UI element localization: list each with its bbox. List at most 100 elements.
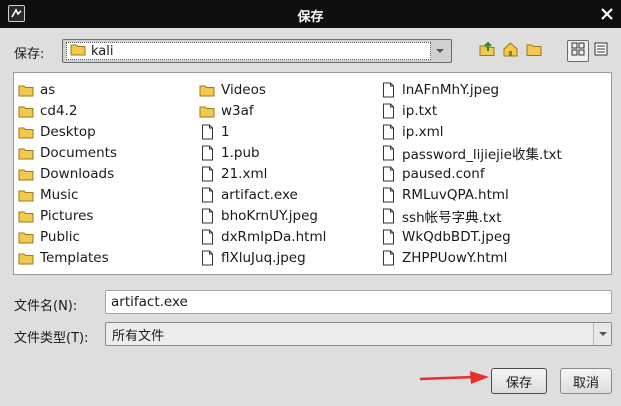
chevron-down-icon[interactable] (593, 323, 611, 345)
chevron-down-icon[interactable] (431, 40, 449, 62)
folder-icon (18, 229, 34, 245)
file-item[interactable]: RMLuvQPA.html (380, 184, 509, 205)
file-item[interactable]: WkQdbBDT.jpeg (380, 226, 511, 247)
file-icon (199, 208, 215, 224)
file-item[interactable]: w3af (199, 100, 254, 121)
file-item[interactable]: ZHPPUowY.html (380, 247, 507, 268)
file-name: Downloads (40, 165, 115, 182)
file-item[interactable]: lnAFnMhY.jpeg (380, 79, 499, 100)
file-item[interactable]: Desktop (18, 121, 96, 142)
file-name: flXluJuq.jpeg (221, 249, 306, 266)
folder-icon (18, 145, 34, 161)
details-view-button[interactable] (590, 40, 612, 62)
folder-icon (199, 82, 215, 98)
file-item[interactable]: ip.txt (380, 100, 437, 121)
file-item[interactable]: Music (18, 184, 78, 205)
file-name: WkQdbBDT.jpeg (402, 228, 511, 245)
file-item[interactable]: dxRmIpDa.html (199, 226, 326, 247)
file-name: Videos (221, 81, 266, 98)
lookin-value: kali (91, 43, 114, 59)
filename-label: 文件名(N): (14, 299, 78, 314)
file-name: Documents (40, 144, 117, 161)
file-item[interactable]: Public (18, 226, 80, 247)
file-item[interactable]: ssh帐号字典.txt (380, 205, 502, 226)
file-name: w3af (221, 102, 254, 119)
annotation-arrow-icon (419, 371, 489, 384)
folder-icon (18, 103, 34, 119)
folder-icon (199, 103, 215, 119)
filename-input[interactable]: artifact.exe (105, 290, 612, 314)
file-item[interactable]: Videos (199, 79, 266, 100)
file-item[interactable]: Documents (18, 142, 117, 163)
folder-icon (18, 124, 34, 140)
file-item[interactable]: Downloads (18, 163, 114, 184)
filetype-value: 所有文件 (112, 328, 165, 344)
new-folder-button[interactable] (523, 40, 545, 62)
file-name: 21.xml (221, 165, 268, 182)
file-icon (380, 145, 396, 161)
file-item[interactable]: password_lijiejie收集.txt (380, 142, 562, 163)
file-icon (380, 229, 396, 245)
file-icon (380, 250, 396, 266)
file-name: ssh帐号字典.txt (402, 209, 502, 226)
file-item[interactable]: cd4.2 (18, 100, 77, 121)
file-icon (380, 103, 396, 119)
file-icon (199, 145, 215, 161)
folder-icon (70, 42, 86, 60)
file-name: Templates (40, 249, 109, 266)
file-icon (380, 187, 396, 203)
file-item[interactable]: ip.xml (380, 121, 444, 142)
close-icon[interactable] (598, 5, 616, 23)
file-item[interactable]: 1 (199, 121, 230, 142)
folder-icon (18, 82, 34, 98)
file-item[interactable]: flXluJuq.jpeg (199, 247, 306, 268)
file-icon (380, 82, 396, 98)
new-folder-icon (526, 41, 543, 61)
folder-icon (18, 166, 34, 182)
file-icon (199, 187, 215, 203)
file-name: dxRmIpDa.html (221, 228, 327, 245)
file-name: Music (40, 186, 79, 203)
save-button[interactable]: 保存 (491, 368, 547, 394)
lookin-label: 保存: (14, 47, 45, 62)
lookin-combo[interactable]: kali (62, 39, 452, 63)
file-name: lnAFnMhY.jpeg (402, 81, 500, 98)
file-item[interactable]: 21.xml (199, 163, 267, 184)
file-item[interactable]: paused.conf (380, 163, 485, 184)
file-name: password_lijiejie收集.txt (402, 146, 562, 163)
file-list[interactable]: as cd4.2 Desktop Documents Downloads Music Pic… (13, 72, 612, 275)
list-view-button[interactable] (567, 40, 589, 62)
home-button[interactable] (499, 40, 521, 62)
folder-icon (18, 208, 34, 224)
details-view-icon (594, 42, 608, 60)
file-name: cd4.2 (40, 102, 78, 119)
file-item[interactable]: 1.pub (199, 142, 260, 163)
file-icon (199, 166, 215, 182)
file-icon (199, 250, 215, 266)
file-name: RMLuvQPA.html (402, 186, 509, 203)
title-bar: 保存 (0, 0, 621, 28)
file-name: as (40, 81, 56, 98)
file-item[interactable]: artifact.exe (199, 184, 298, 205)
file-name: ip.xml (402, 123, 444, 140)
file-item[interactable]: Pictures (18, 205, 93, 226)
file-icon (380, 166, 396, 182)
file-item[interactable]: as (18, 79, 55, 100)
file-item[interactable]: bhoKrnUY.jpeg (199, 205, 318, 226)
up-folder-icon (479, 41, 496, 61)
folder-icon (18, 187, 34, 203)
file-name: Public (40, 228, 80, 245)
up-folder-button[interactable] (476, 40, 498, 62)
cancel-button[interactable]: 取消 (560, 368, 612, 394)
file-item[interactable]: Templates (18, 247, 109, 268)
folder-icon (18, 250, 34, 266)
file-name: 1.pub (221, 144, 260, 161)
file-icon (199, 124, 215, 140)
filetype-combo[interactable]: 所有文件 (105, 322, 612, 346)
home-icon (502, 41, 519, 61)
file-icon (380, 208, 396, 224)
filetype-label: 文件类型(T): (14, 331, 89, 346)
file-name: Desktop (40, 123, 96, 140)
file-name: Pictures (40, 207, 94, 224)
file-name: bhoKrnUY.jpeg (221, 207, 318, 224)
